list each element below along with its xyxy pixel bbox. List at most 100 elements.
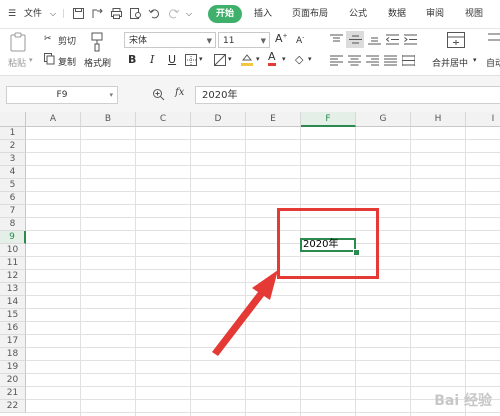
decrease-indent-icon[interactable] xyxy=(386,34,399,45)
export-icon[interactable] xyxy=(91,7,104,20)
row-header-2[interactable]: 2 xyxy=(0,140,26,153)
align-right-icon[interactable] xyxy=(366,55,379,66)
italic-icon[interactable]: I xyxy=(150,53,154,66)
print-icon[interactable] xyxy=(110,7,123,20)
paste-icon[interactable] xyxy=(9,32,27,52)
wrap-text-icon[interactable] xyxy=(488,32,500,48)
align-center-icon[interactable] xyxy=(348,55,361,66)
arrow-pointer xyxy=(212,270,278,356)
row-header-12[interactable]: 12 xyxy=(0,270,26,283)
font-color-chevron-icon[interactable]: ▾ xyxy=(282,55,286,63)
column-header-b[interactable]: B xyxy=(81,112,136,127)
row-header-10[interactable]: 10 xyxy=(0,244,26,257)
bold-icon[interactable]: B xyxy=(128,53,136,66)
row-header-5[interactable]: 5 xyxy=(0,179,26,192)
justify-icon[interactable] xyxy=(384,55,397,66)
file-menu-chevron-icon[interactable]: ⌵ xyxy=(50,6,56,22)
print-preview-icon[interactable] xyxy=(129,7,142,20)
copy-icon[interactable] xyxy=(44,53,55,65)
highlight-color-icon[interactable] xyxy=(240,52,254,66)
row-header-17[interactable]: 17 xyxy=(0,335,26,348)
increase-indent-icon[interactable] xyxy=(404,34,417,45)
tab-view[interactable]: 视图 xyxy=(465,6,483,22)
tab-home[interactable]: 开始 xyxy=(208,5,243,23)
tab-formulas[interactable]: 公式 xyxy=(349,6,367,22)
clear-format-icon[interactable]: ◇ xyxy=(295,53,303,66)
copy-button[interactable]: 复制 xyxy=(58,55,76,68)
underline-icon[interactable]: U xyxy=(168,53,176,66)
font-color-icon[interactable]: A xyxy=(268,51,276,66)
column-header-a[interactable]: A xyxy=(26,112,81,127)
row-header-11[interactable]: 11 xyxy=(0,257,26,270)
merge-center-icon[interactable] xyxy=(447,32,465,48)
format-painter-button[interactable]: 格式刷 xyxy=(84,56,111,69)
row-header-15[interactable]: 15 xyxy=(0,309,26,322)
font-name-chevron-icon: ▼ xyxy=(206,37,212,45)
divider: | xyxy=(62,9,66,19)
border-chevron-icon[interactable]: ▾ xyxy=(199,55,203,63)
column-header-g[interactable]: G xyxy=(356,112,411,127)
save-icon[interactable] xyxy=(72,7,85,20)
row-header-13[interactable]: 13 xyxy=(0,283,26,296)
row-header-20[interactable]: 20 xyxy=(0,374,26,387)
row-header-7[interactable]: 7 xyxy=(0,205,26,218)
row-header-9[interactable]: 9 xyxy=(0,231,26,244)
format-painter-icon[interactable] xyxy=(89,32,105,52)
row-header-21[interactable]: 21 xyxy=(0,387,26,400)
formula-input[interactable]: 2020年 xyxy=(195,86,500,104)
paste-chevron-icon[interactable]: ▾ xyxy=(29,56,33,64)
row-header-6[interactable]: 6 xyxy=(0,192,26,205)
select-all-corner[interactable] xyxy=(0,112,26,127)
column-header-f[interactable]: F xyxy=(301,112,356,127)
hamburger-icon[interactable]: ☰ xyxy=(8,6,16,22)
column-header-e[interactable]: E xyxy=(246,112,301,127)
row-header-8[interactable]: 8 xyxy=(0,218,26,231)
row-header-3[interactable]: 3 xyxy=(0,153,26,166)
tab-page-layout[interactable]: 页面布局 xyxy=(292,6,328,22)
merge-chevron-icon[interactable]: ▾ xyxy=(473,56,477,64)
cut-button[interactable]: 剪切 xyxy=(58,34,76,47)
align-left-icon[interactable] xyxy=(330,55,343,66)
font-size-chevron-icon: ▼ xyxy=(260,37,266,45)
row-header-19[interactable]: 19 xyxy=(0,361,26,374)
distributed-align-icon[interactable] xyxy=(402,55,415,66)
quick-access-chevron-icon[interactable]: ⌵ xyxy=(186,6,192,22)
row-header-4[interactable]: 4 xyxy=(0,166,26,179)
row-header-1[interactable]: 1 xyxy=(0,127,26,140)
undo-icon[interactable] xyxy=(148,7,161,20)
row-header-16[interactable]: 16 xyxy=(0,322,26,335)
auto-wrap-button[interactable]: 自动 xyxy=(486,56,500,69)
align-top-icon[interactable] xyxy=(330,34,343,45)
border-icon[interactable] xyxy=(185,54,197,66)
tab-review[interactable]: 审阅 xyxy=(426,6,444,22)
highlight-box xyxy=(277,208,379,279)
paste-button[interactable]: 粘贴 xyxy=(8,56,26,69)
decrease-font-icon[interactable]: A- xyxy=(296,34,304,46)
file-menu[interactable]: 文件 xyxy=(24,6,42,22)
row-header-22[interactable]: 22 xyxy=(0,400,26,413)
row-header-14[interactable]: 14 xyxy=(0,296,26,309)
name-box[interactable]: F9 ▾ xyxy=(6,86,118,104)
column-header-d[interactable]: D xyxy=(191,112,246,127)
fill-chevron-icon[interactable]: ▾ xyxy=(228,55,232,63)
fill-color-icon[interactable] xyxy=(214,54,226,66)
tab-insert[interactable]: 插入 xyxy=(254,6,272,22)
redo-icon[interactable] xyxy=(167,7,180,20)
fx-icon[interactable]: fx xyxy=(175,87,184,98)
column-header-i[interactable]: I xyxy=(466,112,500,127)
increase-font-icon[interactable]: A+ xyxy=(275,32,288,45)
highlight-chevron-icon[interactable]: ▾ xyxy=(256,55,260,63)
font-name-select[interactable]: 宋体 ▼ xyxy=(124,32,216,48)
align-bottom-icon[interactable] xyxy=(368,34,381,45)
clear-chevron-icon[interactable]: ▾ xyxy=(308,55,312,63)
scissors-icon[interactable]: ✂ xyxy=(44,34,52,44)
zoom-icon[interactable] xyxy=(152,88,165,101)
row-header-18[interactable]: 18 xyxy=(0,348,26,361)
ribbon: 粘贴 ▾ ✂ 剪切 复制 格式刷 宋体 ▼ 11 ▼ A+ A- B I U ▾… xyxy=(0,29,500,76)
merge-center-button[interactable]: 合并居中 xyxy=(432,56,468,69)
column-header-h[interactable]: H xyxy=(411,112,466,127)
align-middle-button[interactable] xyxy=(346,31,364,48)
font-size-select[interactable]: 11 ▼ xyxy=(218,32,270,48)
tab-data[interactable]: 数据 xyxy=(388,6,406,22)
column-header-c[interactable]: C xyxy=(136,112,191,127)
